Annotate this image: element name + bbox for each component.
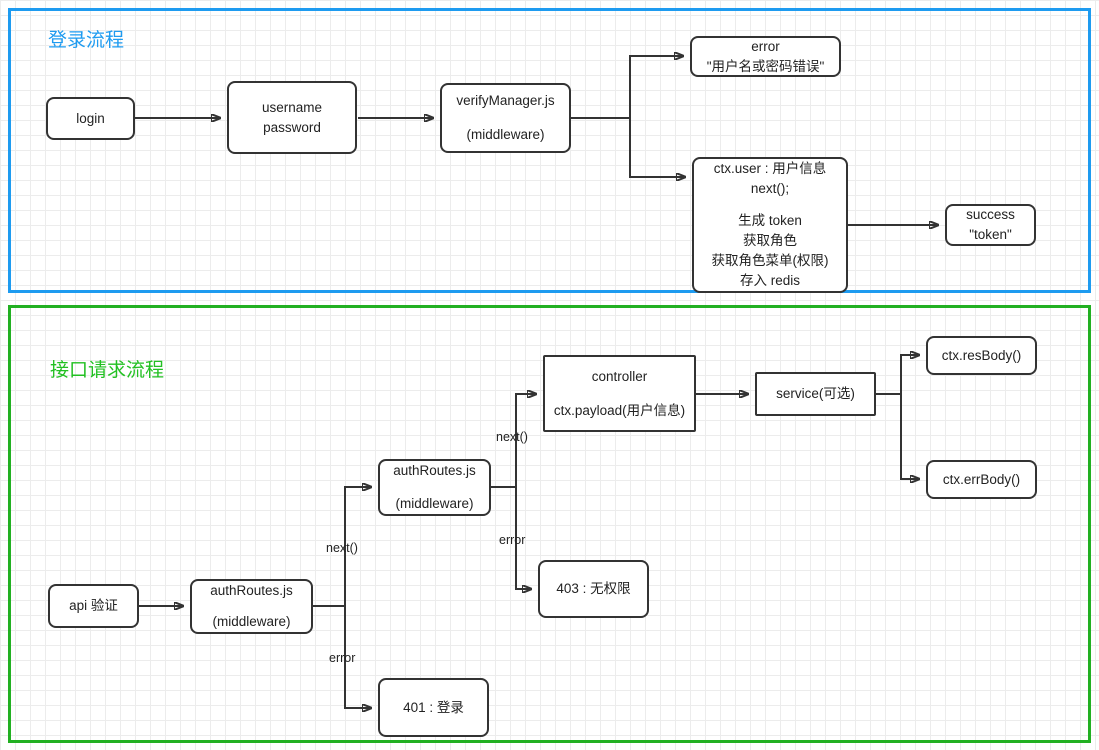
node-credentials-line2: password xyxy=(263,119,321,135)
node-controller-line1: controller xyxy=(591,368,648,384)
node-controller[interactable]: controller ctx.payload(用户信息) xyxy=(543,355,696,432)
node-login[interactable]: login xyxy=(46,97,135,140)
node-err-body[interactable]: ctx.errBody() xyxy=(926,460,1037,499)
node-success-line2: "token" xyxy=(969,227,1012,242)
node-verify-manager[interactable]: verifyManager.js (middleware) xyxy=(440,83,571,153)
node-ctx-user-line6: 存入 redis xyxy=(739,273,800,288)
node-verify-manager-line1: verifyManager.js xyxy=(456,93,555,108)
edge-label-next-1: next() xyxy=(326,541,358,555)
diagram-canvas: 登录流程 接口请求流程 login username password veri… xyxy=(0,0,1099,750)
node-res-body[interactable]: ctx.resBody() xyxy=(926,336,1037,375)
login-flow-title: 登录流程 xyxy=(48,30,125,51)
node-api-verify-line1: api 验证 xyxy=(69,598,118,613)
node-ctx-user-line3: 生成 token xyxy=(738,213,802,228)
node-res-body-line1: ctx.resBody() xyxy=(941,347,1022,363)
node-credentials[interactable]: username password xyxy=(227,81,357,154)
node-ctx-user-line5: 获取角色菜单(权限) xyxy=(711,253,829,268)
node-service-line1: service(可选) xyxy=(776,386,855,401)
node-auth-routes-2-line1: authRoutes.js xyxy=(393,463,476,478)
node-login-line1: login xyxy=(76,110,105,126)
node-401-login-line1: 401 : 登录 xyxy=(403,699,464,715)
node-service[interactable]: service(可选) xyxy=(755,372,876,416)
node-login-error-line2: "用户名或密码错误" xyxy=(706,58,825,74)
node-403-forbidden-line1: 403 : 无权限 xyxy=(556,581,631,596)
api-flow-title: 接口请求流程 xyxy=(50,360,165,381)
node-ctx-user[interactable]: ctx.user : 用户信息 next(); 生成 token 获取角色 获取… xyxy=(692,157,848,293)
node-credentials-line1: username xyxy=(261,99,323,115)
node-api-verify[interactable]: api 验证 xyxy=(48,584,139,628)
node-verify-manager-line2: (middleware) xyxy=(466,127,545,142)
node-login-error[interactable]: error "用户名或密码错误" xyxy=(690,36,841,77)
edge-label-error-1: error xyxy=(329,651,356,665)
node-err-body-line1: ctx.errBody() xyxy=(942,471,1021,487)
edge-label-error-2: error xyxy=(499,533,526,547)
node-login-error-line1: error xyxy=(751,38,780,54)
node-controller-line2: ctx.payload(用户信息) xyxy=(553,402,686,418)
node-success[interactable]: success "token" xyxy=(945,204,1036,246)
node-auth-routes-1-line1: authRoutes.js xyxy=(210,583,293,598)
node-401-login[interactable]: 401 : 登录 xyxy=(378,678,489,737)
node-auth-routes-1[interactable]: authRoutes.js (middleware) xyxy=(190,579,313,634)
node-ctx-user-line4: 获取角色 xyxy=(743,233,797,248)
node-403-forbidden[interactable]: 403 : 无权限 xyxy=(538,560,649,618)
node-auth-routes-1-line2: (middleware) xyxy=(212,614,291,629)
node-auth-routes-2[interactable]: authRoutes.js (middleware) xyxy=(378,459,491,516)
edge-label-next-2: next() xyxy=(496,430,528,444)
node-auth-routes-2-line2: (middleware) xyxy=(395,496,474,511)
node-ctx-user-line1: ctx.user : 用户信息 xyxy=(713,161,827,176)
node-ctx-user-line2: next(); xyxy=(750,181,790,196)
node-success-line1: success xyxy=(966,207,1015,222)
